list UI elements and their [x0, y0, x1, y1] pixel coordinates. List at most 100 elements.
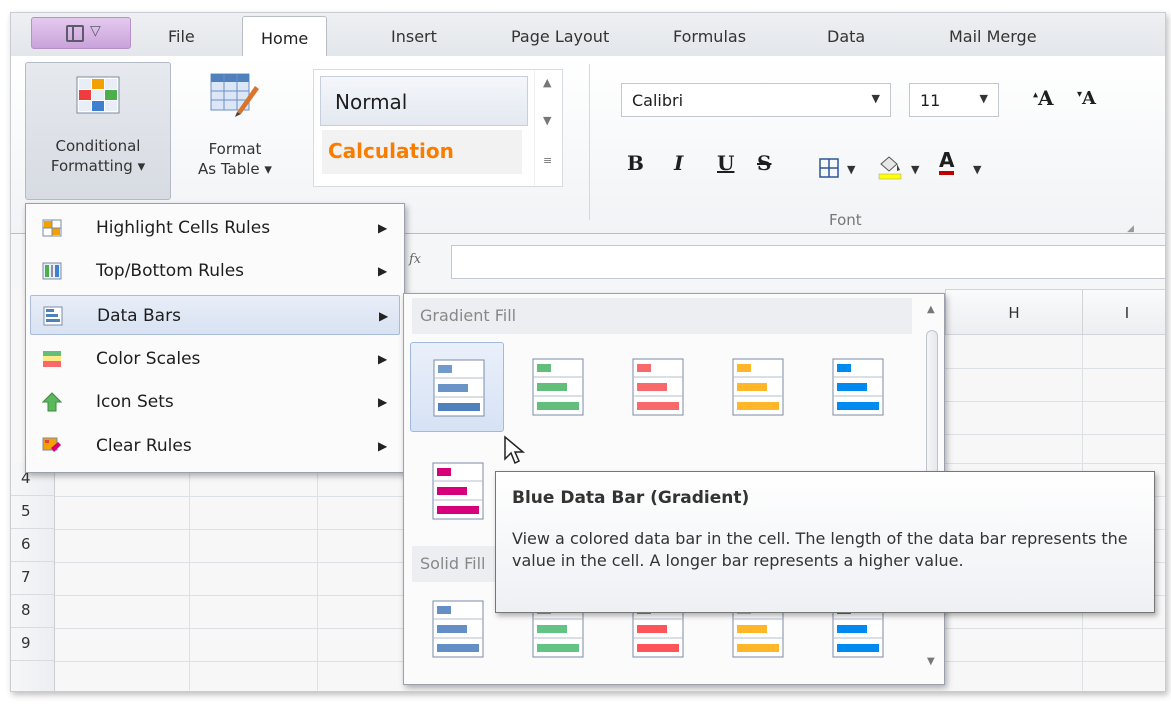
data-bar-gradient-icon	[732, 358, 784, 416]
conditional-formatting-button[interactable]: Conditional Formatting ▾	[25, 62, 171, 200]
submenu-arrow-icon: ▶	[378, 352, 388, 366]
conditional-formatting-label-2: Formatting ▾	[50, 157, 146, 175]
row-header-5[interactable]: 5	[11, 496, 55, 529]
row-header-9[interactable]: 9	[11, 628, 55, 661]
menu-item-icon-sets[interactable]: Icon Sets ▶	[30, 382, 400, 422]
data-bar-gradient-icon	[832, 358, 884, 416]
chevron-down-icon: ▼	[871, 92, 880, 105]
column-header-i[interactable]: I	[1082, 289, 1165, 335]
font-color-button[interactable]: A	[939, 149, 955, 175]
grow-font-button[interactable]: ▴A	[1033, 86, 1054, 110]
italic-button[interactable]: I	[674, 151, 683, 175]
group-separator	[589, 64, 590, 220]
shrink-font-label: A	[1082, 88, 1096, 109]
blue-data-bar-gradient[interactable]	[410, 342, 504, 432]
font-size-select[interactable]: 11 ▼	[909, 83, 999, 117]
underline-button[interactable]: U	[717, 151, 734, 175]
submenu-arrow-icon: ▶	[378, 395, 388, 409]
chevron-down-icon: ▼	[979, 92, 988, 105]
strikethrough-button[interactable]: S	[757, 151, 771, 175]
highlight-cells-icon	[42, 219, 62, 237]
menu-item-label: Color Scales	[96, 349, 201, 369]
submenu-arrow-icon: ▶	[379, 309, 389, 323]
menu-item-highlight-cells-rules[interactable]: Highlight Cells Rules ▶	[30, 208, 400, 248]
scroll-down-icon[interactable]: ▼	[927, 656, 935, 667]
font-family-select[interactable]: Calibri ▼	[621, 83, 891, 117]
submenu-arrow-icon: ▶	[378, 439, 388, 453]
data-bars-icon	[43, 306, 63, 326]
tooltip-body: View a colored data bar in the cell. The…	[512, 529, 1128, 570]
menu-item-color-scales[interactable]: Color Scales ▶	[30, 339, 400, 379]
tab-home[interactable]: Home	[242, 16, 328, 58]
tooltip-title: Blue Data Bar (Gradient)	[512, 488, 750, 508]
scroll-down-icon[interactable]: ▼	[543, 114, 551, 127]
app-menu-button[interactable]: ▽	[31, 17, 131, 49]
tab-data[interactable]: Data	[827, 27, 865, 46]
cell-styles-gallery: Normal Calculation ▲ ▼ ≡	[313, 69, 563, 187]
formula-input[interactable]	[451, 245, 1165, 279]
app-menu-icon	[66, 25, 84, 42]
clear-rules-icon	[42, 437, 61, 452]
bold-button[interactable]: B	[627, 151, 644, 175]
tab-mail-merge[interactable]: Mail Merge	[949, 27, 1037, 46]
font-color-dropdown-icon[interactable]: ▼	[973, 163, 981, 176]
mouse-pointer-icon	[504, 435, 526, 465]
top-bottom-icon	[42, 262, 62, 280]
format-as-table-label: Format	[208, 140, 262, 158]
purple-data-bar-gradient[interactable]	[410, 446, 504, 536]
shrink-font-button[interactable]: ▾A	[1077, 88, 1096, 109]
tab-formulas[interactable]: Formulas	[673, 27, 746, 46]
row-header-10[interactable]	[11, 661, 55, 691]
column-header-h[interactable]: H	[945, 289, 1083, 335]
ribbon-tab-strip: ▽ File Home Insert Page Layout Formulas …	[11, 13, 1165, 58]
fill-color-icon[interactable]	[877, 154, 903, 180]
row-header-8[interactable]: 8	[11, 595, 55, 628]
data-bar-solid-icon	[432, 600, 484, 658]
gallery-more-icon[interactable]: ≡	[543, 154, 552, 167]
conditional-formatting-menu: Highlight Cells Rules ▶ Top/Bottom Rules…	[25, 203, 405, 473]
style-calculation[interactable]: Calculation	[322, 130, 522, 174]
grow-font-label: A	[1038, 86, 1054, 110]
row-header-6[interactable]: 6	[11, 529, 55, 562]
scroll-up-icon[interactable]: ▲	[543, 76, 551, 89]
data-bar-tooltip: Blue Data Bar (Gradient) View a colored …	[495, 471, 1155, 613]
font-size-value: 11	[920, 91, 941, 110]
format-as-table-icon	[210, 73, 259, 117]
icon-sets-icon	[42, 392, 62, 412]
fx-icon[interactable]: fx	[409, 252, 421, 267]
fill-color-dropdown-icon[interactable]: ▼	[911, 163, 919, 176]
borders-dropdown-icon[interactable]: ▼	[847, 163, 855, 176]
dialog-launcher-icon[interactable]: ◢	[1127, 224, 1134, 234]
data-bar-gradient-icon	[632, 358, 684, 416]
data-bar-gradient-icon	[433, 359, 485, 417]
color-scales-icon	[43, 351, 61, 367]
tab-file[interactable]: File	[168, 27, 195, 46]
chevron-down-icon: ▽	[90, 23, 101, 39]
blue-data-bar-solid[interactable]	[410, 584, 504, 674]
tab-page-layout[interactable]: Page Layout	[511, 27, 609, 46]
menu-item-top-bottom-rules[interactable]: Top/Bottom Rules ▶	[30, 251, 400, 291]
light-blue-data-bar-gradient[interactable]	[810, 342, 904, 432]
tab-insert[interactable]: Insert	[391, 27, 437, 46]
menu-item-label: Data Bars	[97, 306, 181, 326]
conditional-formatting-label: Conditional	[55, 137, 141, 155]
row-header-7[interactable]: 7	[11, 562, 55, 595]
green-data-bar-gradient[interactable]	[510, 342, 604, 432]
spreadsheet-window: ▽ File Home Insert Page Layout Formulas …	[10, 12, 1166, 692]
menu-item-label: Top/Bottom Rules	[96, 261, 245, 281]
gradient-fill-header: Gradient Fill	[412, 298, 912, 334]
red-data-bar-gradient[interactable]	[610, 342, 704, 432]
scroll-up-icon[interactable]: ▲	[927, 304, 935, 315]
format-as-table-button[interactable]: Format As Table ▾	[175, 62, 295, 200]
style-normal[interactable]: Normal	[320, 76, 528, 126]
styles-gallery-scroll[interactable]: ▲ ▼ ≡	[534, 70, 562, 186]
borders-icon[interactable]	[819, 158, 839, 178]
menu-item-label: Icon Sets	[96, 392, 174, 412]
scrollbar-thumb[interactable]	[926, 330, 938, 480]
menu-item-data-bars[interactable]: Data Bars ▶	[30, 295, 400, 335]
orange-data-bar-gradient[interactable]	[710, 342, 804, 432]
menu-item-label: Highlight Cells Rules	[96, 218, 271, 238]
menu-item-clear-rules[interactable]: Clear Rules ▶	[30, 426, 400, 466]
font-group-label: Font	[829, 211, 862, 229]
format-as-table-label-2: As Table ▾	[198, 160, 272, 178]
